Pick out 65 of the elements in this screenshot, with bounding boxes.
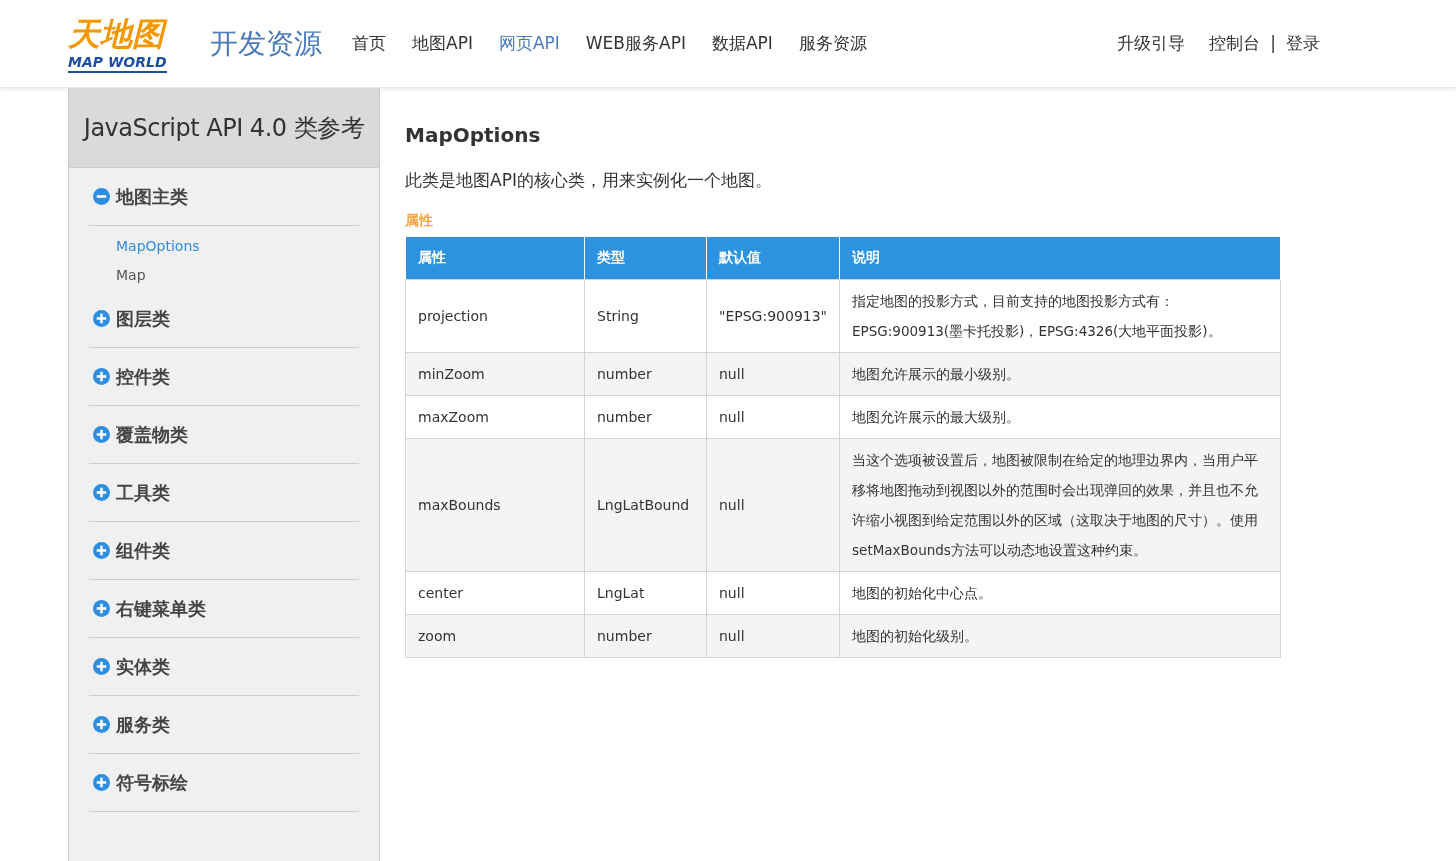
description: 此类是地图API的核心类，用来实例化一个地图。 — [405, 169, 773, 192]
table-cell: maxBounds — [405, 438, 585, 572]
site-title: 开发资源 — [210, 25, 322, 62]
category-label[interactable]: 右键菜单类 — [116, 595, 206, 622]
expand-icon[interactable] — [93, 484, 110, 501]
table-cell: 指定地图的投影方式，目前支持的地图投影方式有：EPSG:900913(墨卡托投影)，EPSG:4326(大地平面投影)。 — [839, 279, 1281, 353]
table-cell: center — [405, 571, 585, 615]
table-cell: 地图允许展示的最大级别。 — [839, 395, 1281, 439]
table-cell: number — [584, 395, 707, 439]
category-label[interactable]: 服务类 — [116, 711, 170, 738]
table-cell: 地图的初始化级别。 — [839, 614, 1281, 658]
expand-icon[interactable] — [93, 368, 110, 385]
expand-icon[interactable] — [93, 774, 110, 791]
nav-link[interactable]: WEB服务API — [585, 30, 686, 57]
table-cell: 地图允许展示的最小级别。 — [839, 352, 1281, 396]
expand-icon[interactable] — [93, 716, 110, 733]
column-header: 默认值 — [706, 236, 840, 280]
table-cell: null — [706, 438, 840, 572]
nav-link[interactable]: 首页 — [352, 30, 386, 57]
category-label[interactable]: 实体类 — [116, 653, 170, 680]
table-cell: null — [706, 352, 840, 396]
nav-link[interactable]: 网页API — [498, 30, 560, 57]
logo-wordmark[interactable]: MAP WORLD — [68, 52, 167, 73]
table-cell: number — [584, 614, 707, 658]
category-label[interactable]: 符号标绘 — [116, 769, 188, 796]
nav-link[interactable]: 数据API — [711, 30, 773, 57]
page-heading: MapOptions — [405, 122, 542, 149]
category-label[interactable]: 地图主类 — [116, 183, 188, 210]
class-link[interactable]: Map — [116, 261, 359, 290]
category-label[interactable]: 组件类 — [116, 537, 170, 564]
table-cell: zoom — [405, 614, 585, 658]
table-cell: projection — [405, 279, 585, 353]
upgrade-link[interactable]: 升级引导 — [1117, 30, 1186, 57]
table-cell: String — [584, 279, 707, 353]
column-header: 属性 — [405, 236, 585, 280]
table-cell: 地图的初始化中心点。 — [839, 571, 1281, 615]
nav-link[interactable]: 地图API — [412, 30, 473, 57]
table-cell: null — [706, 395, 840, 439]
sidebar-title: JavaScript API 4.0 类参考 — [83, 112, 365, 144]
expand-icon[interactable] — [93, 426, 110, 443]
category-label[interactable]: 工具类 — [116, 479, 170, 506]
table-cell: minZoom — [405, 352, 585, 396]
table-cell: null — [706, 571, 840, 615]
category-label[interactable]: 覆盖物类 — [116, 421, 188, 448]
nav-link[interactable]: 服务资源 — [798, 30, 867, 57]
column-header: 类型 — [584, 236, 707, 280]
login-link[interactable]: 登录 — [1286, 30, 1320, 57]
section-heading: 属性 — [405, 210, 434, 230]
table-cell: 当这个选项被设置后，地图被限制在给定的地理边界内，当用户平移将地图拖动到视图以外的范围时会出现弹回的效果，并且也不允许缩小视图到给定范围以外的区域（这取决于地图的尺寸）。使用setMaxBounds方法可以动态地设置这种约束。 — [839, 438, 1281, 572]
expand-icon[interactable] — [93, 310, 110, 327]
expand-icon[interactable] — [93, 542, 110, 559]
console-link[interactable]: 控制台 — [1209, 30, 1261, 57]
table-cell: LngLatBound — [584, 438, 707, 572]
table-cell: maxZoom — [405, 395, 585, 439]
table-cell: LngLat — [584, 571, 707, 615]
table-cell: null — [706, 614, 840, 658]
table-cell: number — [584, 352, 707, 396]
separator: | — [1270, 31, 1276, 55]
column-header: 说明 — [839, 236, 1281, 280]
category-label[interactable]: 控件类 — [116, 363, 170, 390]
collapse-icon[interactable] — [93, 188, 110, 205]
expand-icon[interactable] — [93, 658, 110, 675]
category-label[interactable]: 图层类 — [116, 305, 170, 332]
expand-icon[interactable] — [93, 600, 110, 617]
table-cell: "EPSG:900913" — [706, 279, 840, 353]
